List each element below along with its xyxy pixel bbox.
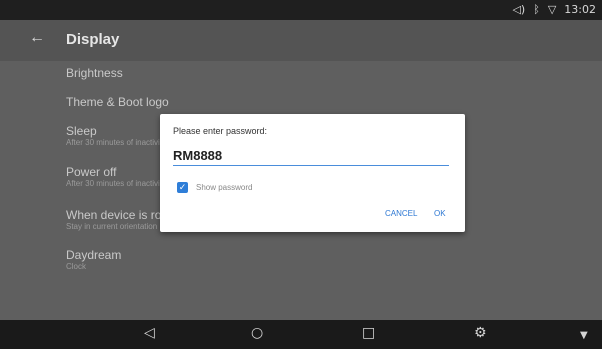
setting-title: Theme & Boot logo xyxy=(66,95,169,109)
setting-summary: After 30 minutes of inactivity xyxy=(66,179,167,188)
setting-summary: After 30 minutes of inactivity xyxy=(66,138,167,147)
status-bar: ◁) ᛒ ▽ 13:02 xyxy=(0,0,602,20)
setting-title: Sleep xyxy=(66,124,97,138)
setting-power-off[interactable]: Power off After 30 minutes of inactivity xyxy=(66,165,166,189)
show-password-checkbox[interactable]: ✓ xyxy=(177,182,188,193)
back-arrow-icon[interactable]: ← xyxy=(29,30,45,46)
dialog-title: Please enter password: xyxy=(173,126,268,136)
show-password-label: Show password xyxy=(196,183,253,192)
password-input[interactable] xyxy=(173,145,449,166)
page-title: Display xyxy=(66,31,120,48)
home-icon[interactable]: ○ xyxy=(251,325,263,341)
setting-theme-boot-logo[interactable]: Theme & Boot logo xyxy=(66,95,169,109)
recents-icon[interactable]: □ xyxy=(362,325,375,341)
setting-title: Brightness xyxy=(66,66,123,80)
ok-button[interactable]: OK xyxy=(434,209,446,218)
volume-icon: ◁) xyxy=(512,3,526,16)
setting-daydream[interactable]: Daydream Clock xyxy=(66,248,121,272)
wifi-icon: ▽ xyxy=(547,3,557,16)
dropdown-icon[interactable]: ▼ xyxy=(580,328,588,344)
status-icons: ◁) ᛒ ▽ 13:02 xyxy=(512,3,596,16)
show-password-row[interactable]: ✓ Show password xyxy=(177,182,252,193)
back-icon[interactable]: ◁ xyxy=(144,325,155,341)
setting-title: Power off xyxy=(66,165,117,179)
status-time: 13:02 xyxy=(564,3,596,16)
setting-brightness[interactable]: Brightness xyxy=(66,66,123,80)
password-dialog: Please enter password: ✓ Show password C… xyxy=(160,114,465,232)
setting-sleep[interactable]: Sleep After 30 minutes of inactivity xyxy=(66,124,166,148)
setting-summary: Clock xyxy=(66,262,87,271)
setting-title: Daydream xyxy=(66,248,122,262)
navigation-bar xyxy=(0,320,602,349)
cancel-button[interactable]: CANCEL xyxy=(385,209,417,218)
settings-icon[interactable]: ⚙ xyxy=(474,325,487,341)
bluetooth-icon: ᛒ xyxy=(533,3,540,16)
